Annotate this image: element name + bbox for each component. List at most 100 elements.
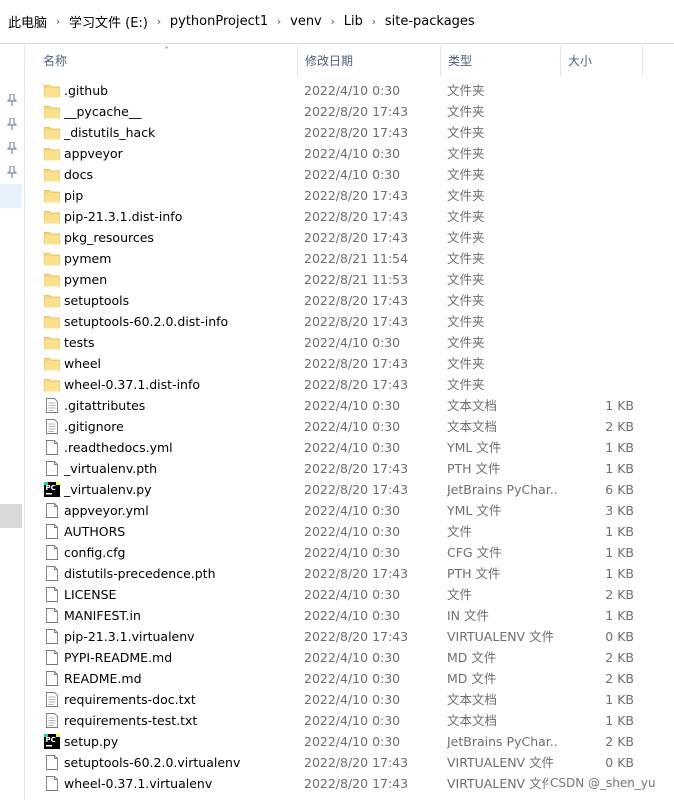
breadcrumb-item[interactable]: 此电脑 [8, 12, 47, 31]
file-row[interactable]: README.md 2022/4/10 0:30 MD 文件 2 KB [36, 668, 644, 689]
file-row[interactable]: requirements-test.txt 2022/4/10 0:30 文本文档 1… [36, 710, 644, 731]
nav-item-hover[interactable] [0, 504, 22, 528]
file-row[interactable]: .readthedocs.yml 2022/4/10 0:30 YML 文件 1 KB [36, 437, 644, 458]
file-row[interactable]: __pycache__ 2022/8/20 17:43 文件夹 [36, 101, 644, 122]
file-row[interactable]: appveyor 2022/4/10 0:30 文件夹 [36, 143, 644, 164]
file-icon [44, 503, 60, 518]
file-type: 文件夹 [447, 293, 485, 308]
file-row[interactable]: pymem 2022/8/21 11:54 文件夹 [36, 248, 644, 269]
chevron-right-icon[interactable]: › [148, 15, 170, 28]
file-row[interactable]: PC _virtualenv.py 2022/8/20 17:43 JetBrains… [36, 479, 644, 500]
file-icon [44, 608, 60, 623]
file-row[interactable]: _virtualenv.pth 2022/8/20 17:43 PTH 文件 1 KB [36, 458, 644, 479]
file-size: 0 KB [605, 755, 634, 770]
file-type: 文本文档 [447, 692, 498, 707]
chevron-right-icon[interactable]: › [322, 15, 344, 28]
svg-text:PC: PC [46, 736, 56, 744]
text-file-icon [44, 398, 60, 413]
folder-icon [44, 335, 60, 350]
pin-icon [7, 166, 17, 178]
folder-icon [44, 209, 60, 224]
file-row[interactable]: .gitignore 2022/4/10 0:30 文本文档 2 KB [36, 416, 644, 437]
file-row[interactable]: docs 2022/4/10 0:30 文件夹 [36, 164, 644, 185]
file-row[interactable]: .github 2022/4/10 0:30 文件夹 [36, 80, 644, 101]
file-row[interactable]: setuptools-60.2.0.virtualenv 2022/8/20 17… [36, 752, 644, 773]
file-type: YML 文件 [447, 503, 502, 518]
column-header-date[interactable]: 修改日期 [298, 46, 441, 76]
file-row[interactable]: wheel 2022/8/20 17:43 文件夹 [36, 353, 644, 374]
file-date: 2022/4/10 0:30 [304, 503, 401, 518]
file-icon [44, 629, 60, 644]
file-name: setuptools [64, 293, 130, 308]
file-row[interactable]: tests 2022/4/10 0:30 文件夹 [36, 332, 644, 353]
folder-icon [44, 314, 60, 329]
file-row[interactable]: setuptools-60.2.0.dist-info 2022/8/20 17:… [36, 311, 644, 332]
chevron-right-icon[interactable]: › [268, 15, 290, 28]
file-size: 2 KB [605, 734, 634, 749]
file-row[interactable]: distutils-precedence.pth 2022/8/20 17:43 P… [36, 563, 644, 584]
column-header-type[interactable]: 类型 [441, 46, 561, 76]
folder-icon [44, 167, 60, 182]
file-date: 2022/8/20 17:43 [304, 377, 409, 392]
file-type: PTH 文件 [447, 461, 501, 476]
file-row[interactable]: wheel-0.37.1.dist-info 2022/8/20 17:43 文件夹 [36, 374, 644, 395]
file-name: setup.py [64, 734, 119, 749]
file-icon [44, 650, 60, 665]
folder-icon [44, 230, 60, 245]
file-type: 文本文档 [447, 713, 498, 728]
file-row[interactable]: setuptools 2022/8/20 17:43 文件夹 [36, 290, 644, 311]
file-row[interactable]: pkg_resources 2022/8/20 17:43 文件夹 [36, 227, 644, 248]
file-row[interactable]: requirements-doc.txt 2022/4/10 0:30 文本文档 1 … [36, 689, 644, 710]
file-date: 2022/8/20 17:43 [304, 314, 409, 329]
file-name: __pycache__ [64, 104, 142, 119]
file-date: 2022/4/10 0:30 [304, 83, 401, 98]
pin-icon [7, 118, 17, 130]
file-date: 2022/4/10 0:30 [304, 713, 401, 728]
breadcrumb-item[interactable]: venv [290, 14, 322, 29]
breadcrumb-item[interactable]: site-packages [385, 14, 475, 29]
file-size: 2 KB [605, 419, 634, 434]
breadcrumb-item[interactable]: pythonProject1 [170, 14, 268, 29]
file-row[interactable]: MANIFEST.in 2022/4/10 0:30 IN 文件 1 KB [36, 605, 644, 626]
file-row[interactable]: appveyor.yml 2022/4/10 0:30 YML 文件 3 KB [36, 500, 644, 521]
file-date: 2022/4/10 0:30 [304, 692, 401, 707]
file-type: 文件夹 [447, 125, 485, 140]
file-row[interactable]: PYPI-README.md 2022/4/10 0:30 MD 文件 2 KB [36, 647, 644, 668]
file-name: requirements-test.txt [64, 713, 198, 728]
file-type: 文件夹 [447, 377, 485, 392]
file-row[interactable]: _distutils_hack 2022/8/20 17:43 文件夹 [36, 122, 644, 143]
file-type: YML 文件 [447, 440, 502, 455]
chevron-right-icon[interactable]: › [47, 15, 69, 28]
file-date: 2022/4/10 0:30 [304, 440, 401, 455]
file-name: pkg_resources [64, 230, 154, 245]
file-type: 文件夹 [447, 104, 485, 119]
file-date: 2022/4/10 0:30 [304, 650, 401, 665]
file-type: 文件夹 [447, 83, 485, 98]
file-size: 1 KB [605, 692, 634, 707]
chevron-right-icon[interactable]: › [363, 15, 385, 28]
file-row[interactable]: .gitattributes 2022/4/10 0:30 文本文档 1 KB [36, 395, 644, 416]
file-row[interactable]: PC setup.py 2022/4/10 0:30 JetBrains PyChar… [36, 731, 644, 752]
file-row[interactable]: pymen 2022/8/21 11:53 文件夹 [36, 269, 644, 290]
file-row[interactable]: LICENSE 2022/4/10 0:30 文件 2 KB [36, 584, 644, 605]
file-date: 2022/4/10 0:30 [304, 398, 401, 413]
file-size: 6 KB [605, 482, 634, 497]
file-row[interactable]: pip-21.3.1.dist-info 2022/8/20 17:43 文件夹 [36, 206, 644, 227]
column-header-size[interactable]: 大小 [561, 46, 643, 76]
file-name: setuptools-60.2.0.dist-info [64, 314, 229, 329]
navigation-pane[interactable] [0, 44, 25, 800]
nav-item-selected[interactable] [0, 184, 22, 208]
file-name: wheel [64, 356, 101, 371]
file-row[interactable]: pip 2022/8/20 17:43 文件夹 [36, 185, 644, 206]
pycharm-file-icon: PC [44, 482, 60, 497]
file-icon [44, 755, 60, 770]
breadcrumb-item[interactable]: 学习文件 (E:) [69, 12, 148, 31]
file-row[interactable]: AUTHORS 2022/4/10 0:30 文件 1 KB [36, 521, 644, 542]
file-size: 1 KB [605, 461, 634, 476]
file-icon [44, 440, 60, 455]
file-date: 2022/8/21 11:53 [304, 272, 409, 287]
file-row[interactable]: config.cfg 2022/4/10 0:30 CFG 文件 1 KB [36, 542, 644, 563]
breadcrumb[interactable]: 此电脑 › 学习文件 (E:) › pythonProject1 › venv › Lib › si… [0, 0, 674, 44]
breadcrumb-item[interactable]: Lib [344, 14, 363, 29]
file-row[interactable]: pip-21.3.1.virtualenv 2022/8/20 17:43 VIRT… [36, 626, 644, 647]
